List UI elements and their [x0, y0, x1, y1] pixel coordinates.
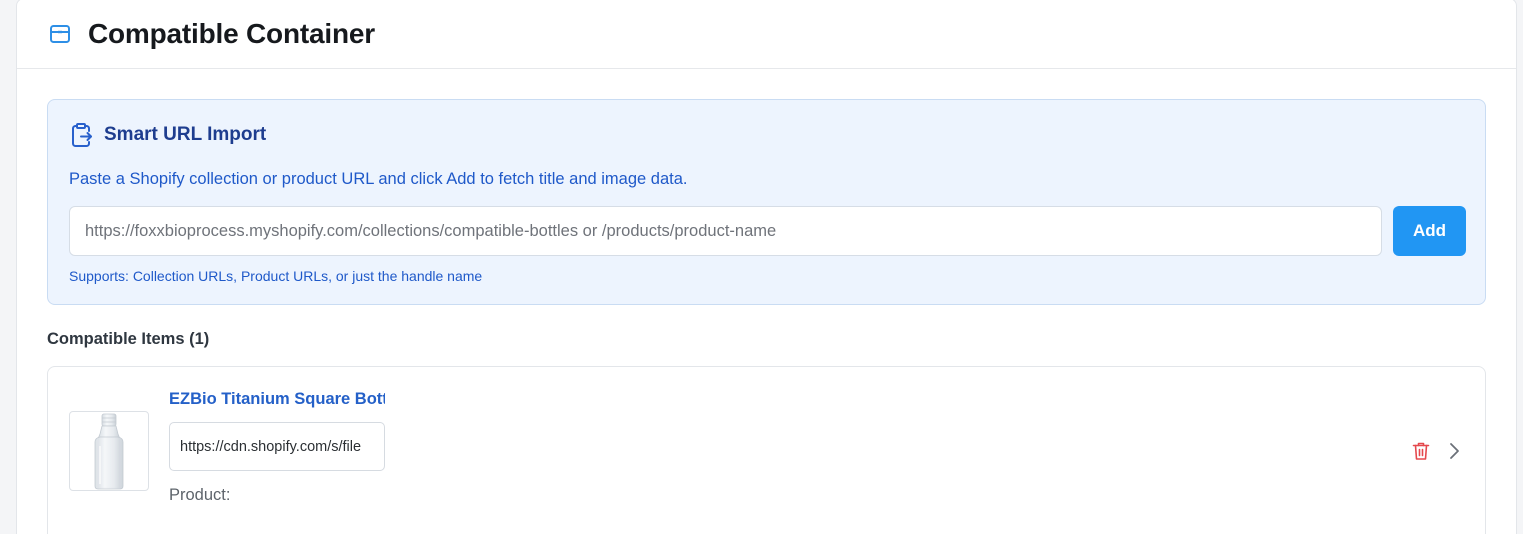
smart-url-import-panel: Smart URL Import Paste a Shopify collect…	[47, 99, 1486, 305]
import-title: Smart URL Import	[104, 124, 267, 145]
chevron-right-icon	[1450, 443, 1459, 459]
box-icon	[48, 22, 72, 46]
card-header: Compatible Container	[17, 0, 1516, 69]
supports-hint: Supports: Collection URLs, Product URLs,…	[69, 268, 483, 284]
import-header: Smart URL Import	[69, 122, 266, 148]
page-title: Compatible Container	[88, 17, 375, 49]
product-label: Product:	[169, 486, 231, 504]
image-url-field[interactable]	[169, 422, 385, 471]
list-item: EZBio Titanium Square Bott Product:	[47, 366, 1486, 534]
clipboard-import-icon	[69, 122, 93, 148]
trash-icon	[1412, 442, 1430, 460]
product-thumbnail	[69, 411, 149, 491]
bottle-image	[94, 413, 124, 490]
expand-button[interactable]	[1446, 440, 1462, 462]
item-title-link[interactable]: EZBio Titanium Square Bott	[169, 390, 385, 409]
compatible-container-card: Compatible Container Smart URL Import Pa…	[16, 0, 1517, 534]
delete-button[interactable]	[1411, 440, 1431, 462]
url-input[interactable]	[69, 206, 1382, 256]
compatible-items-heading: Compatible Items (1)	[47, 330, 210, 348]
add-button[interactable]: Add	[1393, 206, 1466, 256]
import-description: Paste a Shopify collection or product UR…	[69, 170, 688, 188]
